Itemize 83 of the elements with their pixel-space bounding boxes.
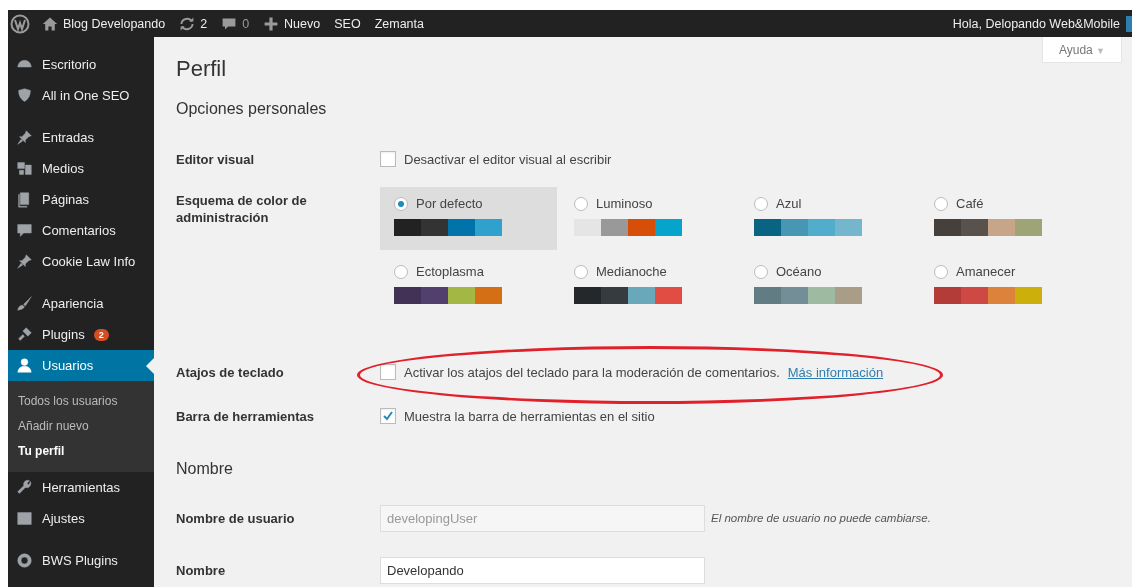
sidebar-item[interactable]: Apariencia xyxy=(8,288,154,319)
color-scheme-option[interactable]: Café xyxy=(920,187,1097,250)
checkbox[interactable] xyxy=(380,151,396,167)
field-label: Nombre xyxy=(176,561,227,579)
account-link[interactable]: Hola, Delopando Web&Mobile xyxy=(952,16,1120,31)
color-scheme-option[interactable]: Amanecer xyxy=(920,255,1097,318)
scheme-name: Café xyxy=(956,196,984,211)
scheme-name: Medianoche xyxy=(596,264,667,279)
media-icon xyxy=(16,160,33,177)
scheme-name: Amanecer xyxy=(956,264,1016,279)
radio-button[interactable] xyxy=(934,264,948,279)
field-label: Barra de herramientas xyxy=(176,407,315,425)
field-label: Nombre de usuario xyxy=(176,509,296,527)
section-heading: Nombre xyxy=(176,459,234,479)
admin-bar-link[interactable]: Zemanta xyxy=(374,16,424,31)
radio-button[interactable] xyxy=(574,264,588,279)
user-icon xyxy=(16,357,33,374)
more-info-link[interactable]: Más información xyxy=(787,364,884,380)
submenu-item[interactable]: Tu perfil xyxy=(8,439,154,464)
field-note: El nombre de usuario no puede cambiarse. xyxy=(711,512,931,524)
sidebar-item[interactable]: Ajustes xyxy=(8,503,154,534)
comment-icon xyxy=(16,222,33,239)
radio-button[interactable] xyxy=(394,196,408,211)
sidebar-item[interactable]: All in One SEO xyxy=(8,80,154,111)
pin-icon xyxy=(16,129,33,146)
checkbox-label: Muestra la barra de herramientas en el sitio xyxy=(404,408,655,424)
field-label: Atajos de teclado xyxy=(176,363,285,381)
wrench-icon xyxy=(16,479,33,496)
avatar-icon[interactable] xyxy=(1126,15,1132,32)
submenu-item[interactable]: Todos los usuarios xyxy=(8,389,154,414)
scheme-name: Ectoplasma xyxy=(416,264,484,279)
sidebar-item[interactable]: Escritorio xyxy=(8,49,154,80)
plus-icon xyxy=(263,15,280,32)
name-field[interactable]: Developando xyxy=(380,556,705,584)
sidebar-item[interactable]: Plugins 2 xyxy=(8,319,154,350)
wordpress-logo-icon[interactable] xyxy=(10,13,30,34)
checkbox-label: Activar los atajos del teclado para la moderación de comentarios. xyxy=(404,364,780,380)
field-label: Esquema de color de administración xyxy=(176,192,308,226)
page-title: Perfil xyxy=(176,55,228,83)
checkbox[interactable] xyxy=(380,364,396,380)
section-heading: Opciones personales xyxy=(176,99,328,119)
caret-icon: ▼ xyxy=(1096,45,1106,56)
radio-button[interactable] xyxy=(934,196,948,211)
sidebar-item[interactable]: BWS Plugins xyxy=(8,545,154,576)
sidebar-item[interactable]: Medios xyxy=(8,153,154,184)
radio-button[interactable] xyxy=(754,264,768,279)
home-icon xyxy=(42,15,58,32)
radio-button[interactable] xyxy=(394,264,408,279)
count-badge: 2 xyxy=(93,328,109,341)
color-scheme-option[interactable]: Por defecto xyxy=(380,187,557,250)
color-scheme-option[interactable]: Medianoche xyxy=(560,255,737,318)
plug-icon xyxy=(16,326,33,343)
submenu-item[interactable]: Añadir nuevo xyxy=(8,414,154,439)
color-scheme-option[interactable]: Luminoso xyxy=(560,187,737,250)
admin-bar-link[interactable]: SEO xyxy=(334,16,361,31)
sidebar-item[interactable]: Usuarios xyxy=(8,350,154,381)
sidebar-item[interactable]: Comentarios xyxy=(8,215,154,246)
scheme-name: Océano xyxy=(776,264,822,279)
brush-icon xyxy=(16,295,33,312)
radio-button[interactable] xyxy=(574,196,588,211)
sidebar-item[interactable]: Cookie Law Info xyxy=(8,246,154,277)
pin-icon xyxy=(16,253,33,270)
updates-link[interactable]: 2 xyxy=(179,15,208,32)
scheme-name: Luminoso xyxy=(596,196,653,211)
site-link[interactable]: Blog Developando xyxy=(42,15,166,32)
sidebar-item[interactable]: Páginas xyxy=(8,184,154,215)
sidebar-item[interactable]: Entradas xyxy=(8,122,154,153)
color-scheme-option[interactable]: Azul xyxy=(740,187,917,250)
scheme-name: Por defecto xyxy=(416,196,483,211)
comments-link[interactable]: 0 xyxy=(221,15,250,32)
scheme-name: Azul xyxy=(776,196,802,211)
new-link[interactable]: Nuevo xyxy=(263,15,321,32)
radio-button[interactable] xyxy=(754,196,768,211)
refresh-icon xyxy=(179,15,196,32)
field-label: Editor visual xyxy=(176,150,256,168)
checkbox-label: Desactivar el editor visual al escribir xyxy=(404,151,612,167)
sidebar-item[interactable]: Herramientas xyxy=(8,472,154,503)
shield-icon xyxy=(16,87,33,104)
comment-icon xyxy=(221,15,238,32)
color-scheme-option[interactable]: Océano xyxy=(740,255,917,318)
color-scheme-option[interactable]: Ectoplasma xyxy=(380,255,557,318)
checkbox[interactable] xyxy=(380,408,396,424)
help-tab[interactable]: Ayuda ▼ xyxy=(1042,37,1122,63)
